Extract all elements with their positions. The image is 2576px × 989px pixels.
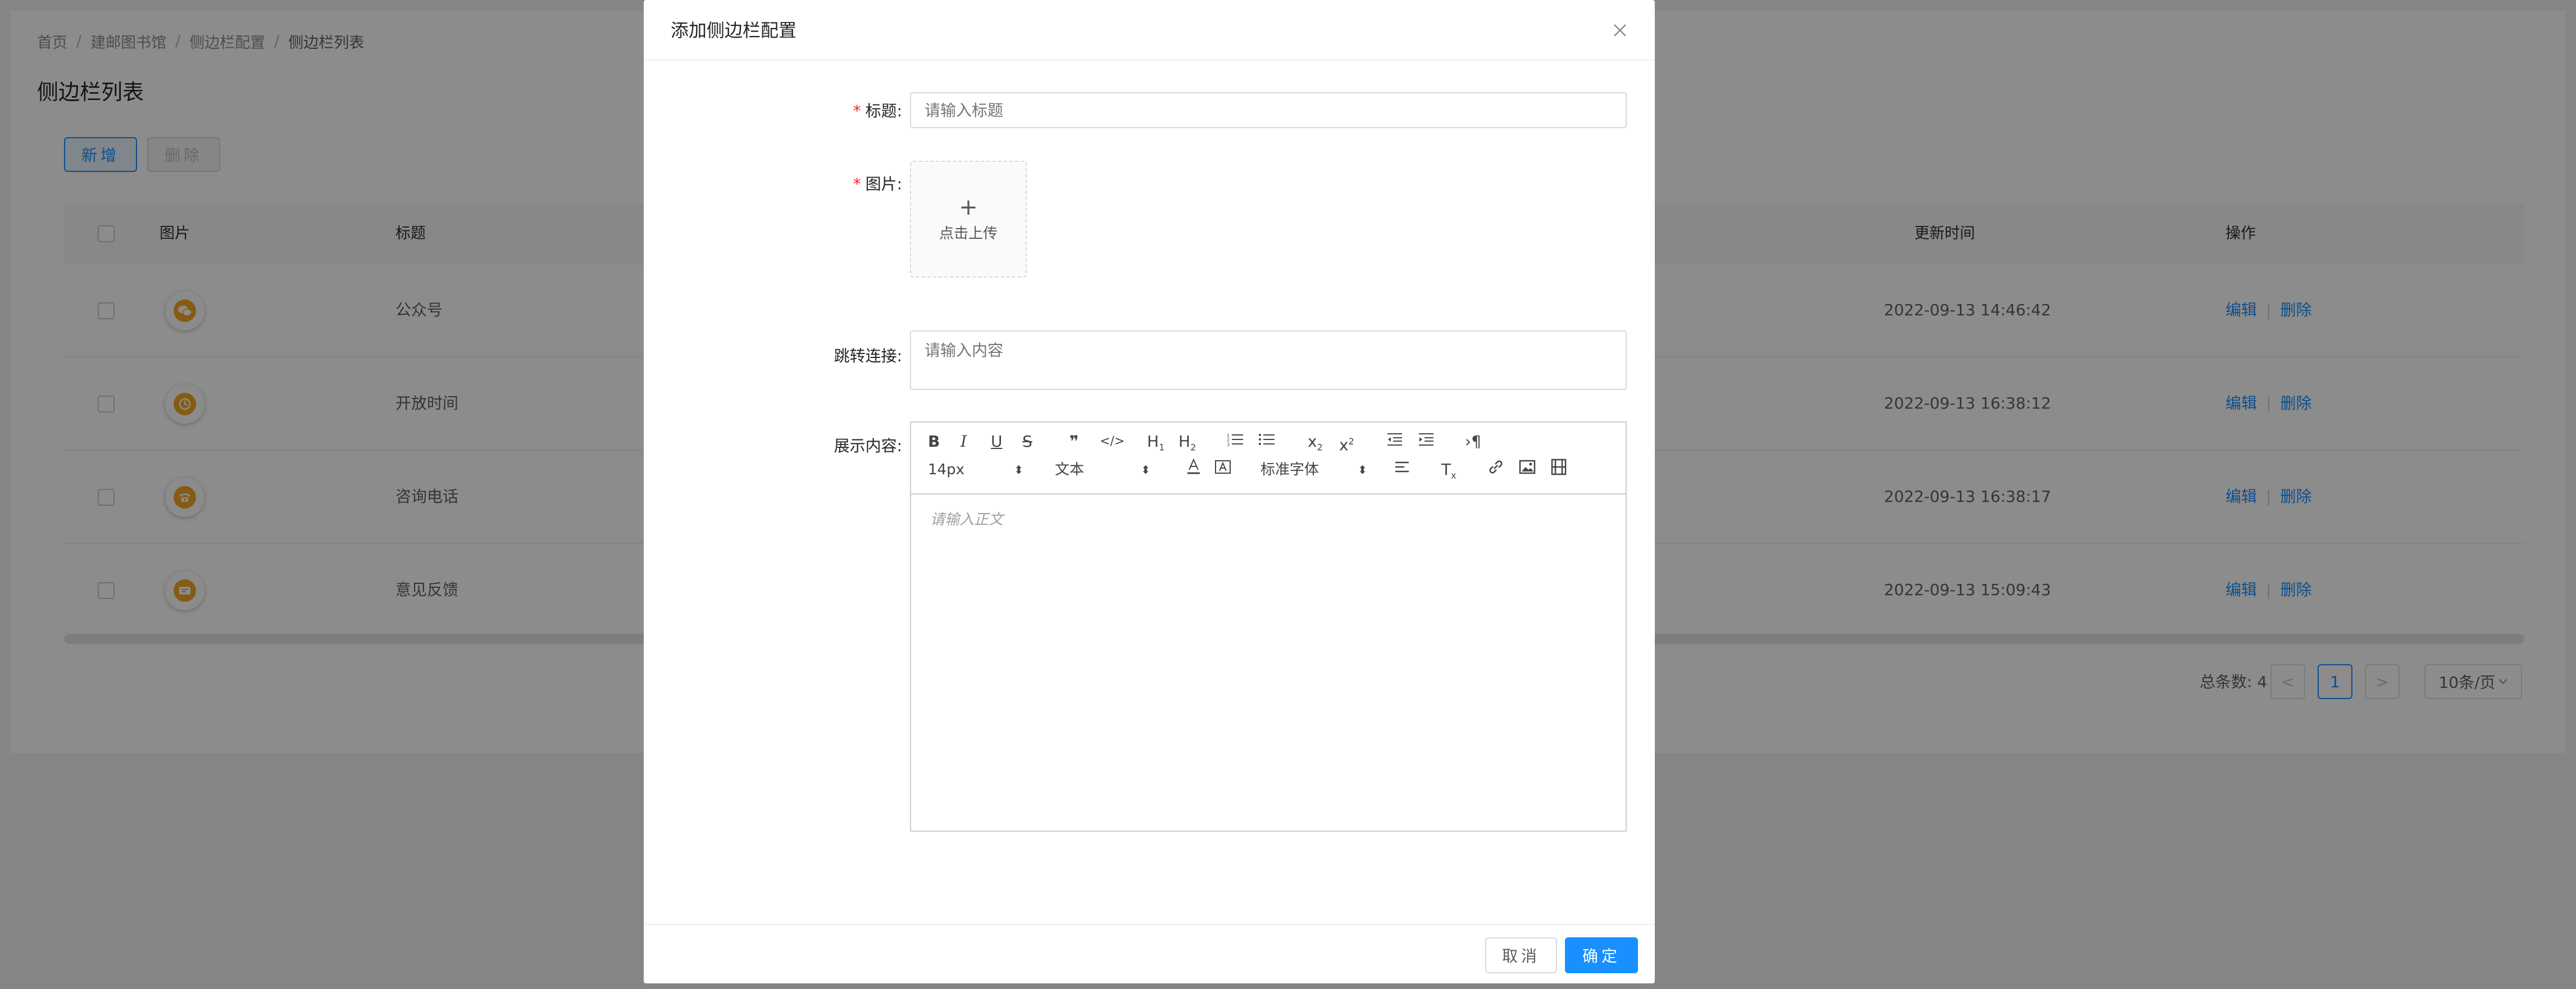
editor-toolbar: B I U S ❞ </> H1 H2 123 x2 x2 ›¶ 14px ⬍ …: [911, 423, 1626, 494]
close-button[interactable]: [1609, 19, 1631, 42]
title-input[interactable]: [910, 92, 1627, 128]
indent-icon[interactable]: [1418, 430, 1435, 453]
link-icon[interactable]: [1487, 459, 1504, 481]
bold-icon[interactable]: B: [928, 430, 940, 453]
text-direction-icon[interactable]: ›¶: [1465, 430, 1481, 453]
add-sidebar-config-dialog: 添加侧边栏配置 *标题: *图片: + 点击上传 跳转连接: 展示内容: B I…: [644, 0, 1655, 983]
code-block-icon[interactable]: </>: [1100, 430, 1125, 453]
clear-format-icon[interactable]: Tx: [1441, 459, 1457, 481]
italic-icon[interactable]: I: [961, 430, 967, 453]
image-upload-button[interactable]: + 点击上传: [910, 161, 1027, 278]
image-label-text: 图片:: [865, 175, 902, 193]
svg-text:3: 3: [1227, 442, 1230, 447]
blockquote-icon[interactable]: ❞: [1069, 430, 1078, 453]
editor-placeholder[interactable]: 请输入正文: [930, 508, 1003, 529]
title-label-text: 标题:: [865, 102, 902, 120]
align-icon[interactable]: [1394, 459, 1411, 481]
close-icon: [1614, 24, 1626, 37]
title-field-label: * 标题:: [853, 99, 902, 121]
dialog-title: 添加侧边栏配置: [671, 20, 797, 41]
rich-text-editor: B I U S ❞ </> H1 H2 123 x2 x2 ›¶ 14px ⬍ …: [910, 421, 1627, 832]
subscript-icon[interactable]: x2: [1308, 430, 1323, 453]
link-textarea[interactable]: [910, 330, 1627, 390]
plus-icon: +: [959, 194, 978, 220]
font-size-select[interactable]: 14px ⬍: [928, 459, 1023, 481]
header-2-icon[interactable]: H2: [1178, 430, 1196, 453]
cancel-button[interactable]: 取消: [1485, 937, 1557, 973]
dialog-header: 添加侧边栏配置: [644, 0, 1655, 61]
ordered-list-icon[interactable]: 123: [1227, 430, 1244, 453]
background-color-icon[interactable]: [1214, 459, 1231, 481]
select-arrows-icon: ⬍: [1014, 463, 1023, 477]
image-field-label: * 图片:: [853, 172, 902, 194]
select-arrows-icon: ⬍: [1358, 463, 1367, 477]
link-field-label: 跳转连接:: [834, 347, 902, 365]
font-family-select[interactable]: 标准字体 ⬍: [1260, 459, 1367, 481]
outdent-icon[interactable]: [1386, 430, 1403, 453]
select-arrows-icon: ⬍: [1141, 463, 1150, 477]
upload-text: 点击上传: [939, 225, 998, 242]
underline-icon[interactable]: U: [991, 430, 1003, 453]
header-1-icon[interactable]: H1: [1147, 430, 1164, 453]
video-icon[interactable]: [1550, 459, 1567, 481]
font-family-value: 标准字体: [1260, 461, 1319, 478]
content-field-label: 展示内容:: [834, 437, 902, 455]
font-color-icon[interactable]: [1186, 458, 1201, 481]
required-mark: *: [853, 102, 861, 120]
header-select[interactable]: 文本 ⬍: [1055, 459, 1150, 481]
confirm-button[interactable]: 确定: [1565, 937, 1638, 973]
header-select-value: 文本: [1055, 461, 1085, 478]
font-size-value: 14px: [928, 461, 964, 478]
strikethrough-icon[interactable]: S: [1022, 430, 1032, 453]
required-mark: *: [853, 175, 861, 193]
superscript-icon[interactable]: x2: [1339, 430, 1354, 454]
image-icon[interactable]: [1519, 459, 1536, 481]
dialog-footer: 取消 确定: [644, 924, 1655, 983]
bullet-list-icon[interactable]: [1258, 430, 1275, 453]
